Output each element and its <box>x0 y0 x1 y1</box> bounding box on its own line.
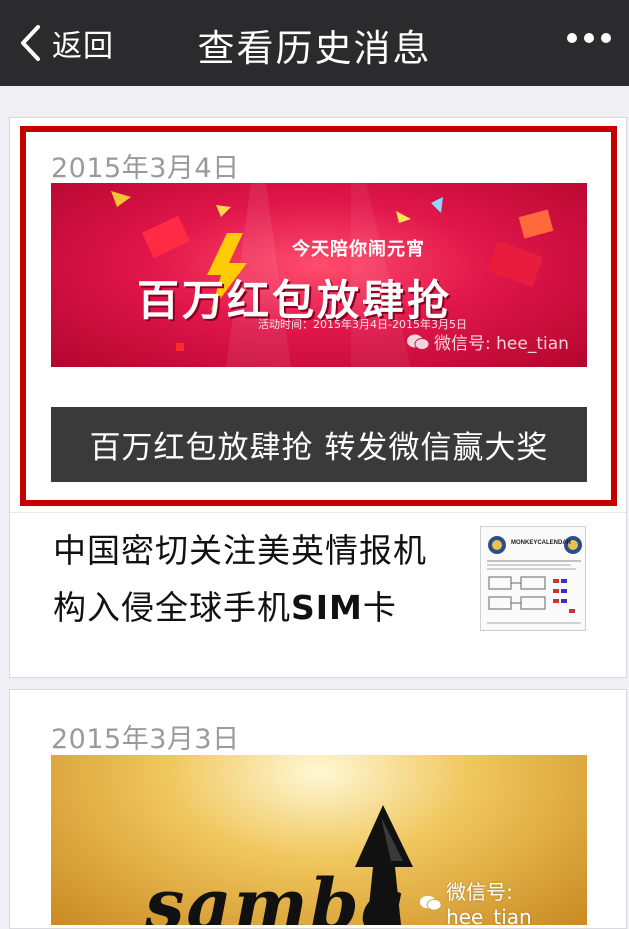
more-dot-icon <box>567 33 577 43</box>
article-title-line2-prefix: 构入侵全球手机 <box>53 588 291 627</box>
article-title-line1: 中国密切关注美英情报机 <box>53 531 427 570</box>
page-title: 查看历史消息 <box>197 27 432 70</box>
article-title-sim: SIM <box>291 588 363 627</box>
more-dot-icon <box>584 33 594 43</box>
wechat-icon <box>419 895 442 911</box>
wechat-icon <box>407 334 430 350</box>
banner-tagline: 今天陪你闹元宵 <box>292 239 425 260</box>
more-dot-icon <box>601 33 611 43</box>
navigation-bar: 返回 查看历史消息 <box>0 0 629 86</box>
watermark-text: 微信号: hee_tian <box>434 334 569 354</box>
red-envelope-banner[interactable]: 今天陪你闹元宵 百万红包放肆抢 活动时间：2015年3月4日-2015年3月5日… <box>51 183 587 367</box>
message-card-2015-03-04: 2015年3月4日 今天陪你闹元宵 百万红包放肆抢 活动时间：2015年3月4日… <box>9 117 627 678</box>
article-title-caption[interactable]: 百万红包放肆抢 转发微信赢大奖 <box>51 407 587 482</box>
banner-watermark: 微信号: hee_tian <box>406 329 569 354</box>
article-title-line2-suffix: 卡 <box>362 588 397 627</box>
more-options-button[interactable] <box>567 33 611 43</box>
article-item[interactable]: 中国密切关注美英情报机 构入侵全球手机SIM卡 <box>53 522 453 636</box>
message-date: 2015年3月3日 <box>51 724 240 755</box>
message-date: 2015年3月4日 <box>51 153 240 184</box>
thumbnail-title: MONKEYCALENDAR <box>511 540 571 546</box>
samba-banner[interactable]: samba 微信号: hee_tian <box>51 755 587 925</box>
watermark-text: 微信号: hee_tian <box>446 880 532 925</box>
banner-watermark: 微信号: hee_tian <box>419 876 587 925</box>
samba-logo-text: samba <box>145 863 409 925</box>
divider <box>10 512 626 513</box>
article-title-line2: 构入侵全球手机SIM卡 <box>53 579 453 636</box>
message-card-2015-03-03: 2015年3月3日 samba 微信号: hee_tian <box>9 689 627 929</box>
article-thumbnail[interactable]: MONKEYCALENDAR <box>480 526 586 631</box>
